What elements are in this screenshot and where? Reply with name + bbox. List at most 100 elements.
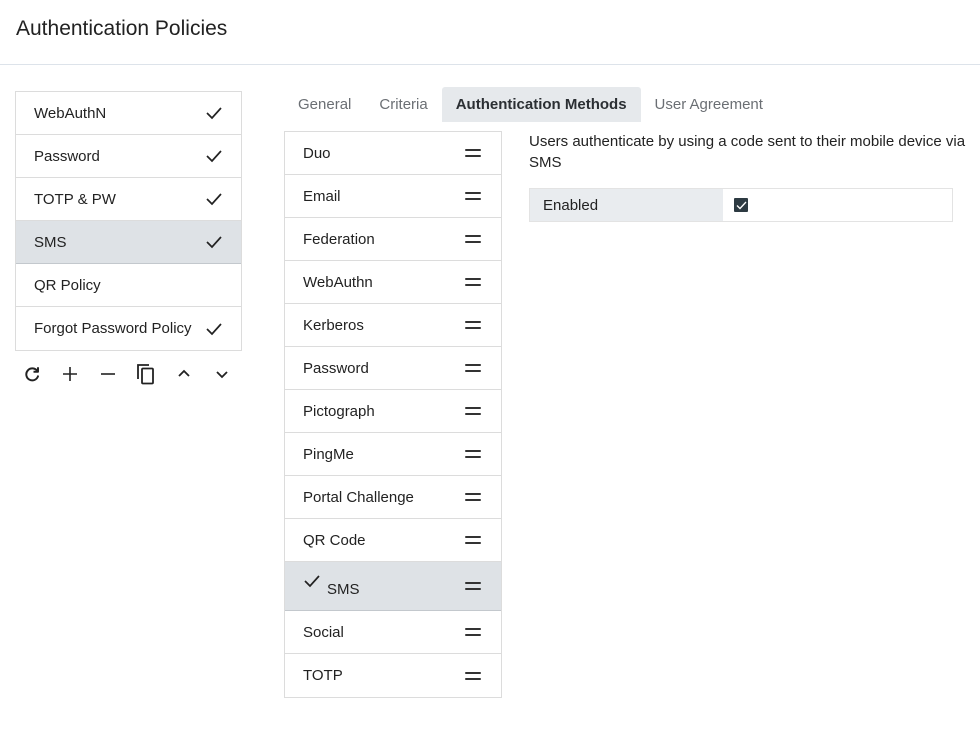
checkmark-icon	[736, 201, 746, 209]
move-up-button[interactable]	[174, 364, 194, 384]
checkmark-icon	[206, 150, 222, 163]
drag-handle-icon[interactable]	[465, 628, 481, 636]
checkmark-icon	[206, 236, 222, 249]
method-label-wrap: TOTP	[303, 667, 343, 684]
method-item[interactable]: Portal Challenge	[285, 476, 501, 519]
drag-handle-icon[interactable]	[465, 321, 481, 329]
method-description: Users authenticate by using a code sent …	[529, 133, 966, 171]
enabled-value	[723, 189, 952, 221]
chevron-up-icon	[178, 369, 190, 377]
drag-handle-icon[interactable]	[465, 671, 481, 680]
policy-item[interactable]: Password	[16, 135, 241, 178]
refresh-icon	[25, 367, 39, 382]
method-item[interactable]: QR Code	[285, 519, 501, 562]
enabled-check	[205, 147, 223, 165]
method-label-wrap: Kerberos	[303, 317, 364, 334]
property-row-enabled: Enabled	[529, 188, 953, 222]
method-label: Federation	[303, 230, 375, 248]
method-item[interactable]: Pictograph	[285, 390, 501, 433]
policy-item[interactable]: Forgot Password Policy	[16, 307, 241, 350]
policy-label: SMS	[34, 233, 67, 251]
remove-button[interactable]	[98, 364, 118, 384]
tab-user-agreement[interactable]: User Agreement	[641, 87, 777, 122]
minus-icon	[101, 373, 115, 375]
method-label: Portal Challenge	[303, 488, 414, 506]
method-item[interactable]: Social	[285, 611, 501, 654]
method-label-wrap: QR Code	[303, 532, 366, 549]
method-label: PingMe	[303, 445, 354, 463]
method-label-wrap: PingMe	[303, 446, 354, 463]
method-label-wrap: SMS	[303, 575, 360, 598]
drag-handle-icon[interactable]	[465, 450, 481, 458]
policy-label: TOTP & PW	[34, 190, 116, 208]
checkmark-icon	[304, 575, 320, 588]
policy-label: WebAuthN	[34, 104, 107, 122]
checkmark-icon	[206, 322, 222, 335]
method-label: SMS	[327, 580, 360, 598]
drag-handle-icon[interactable]	[465, 278, 481, 286]
drag-handle-icon[interactable]	[465, 192, 481, 200]
copy-icon	[137, 364, 154, 385]
method-label-wrap: Portal Challenge	[303, 489, 414, 506]
policy-item[interactable]: TOTP & PW	[16, 178, 241, 221]
method-label-wrap: Duo	[303, 145, 331, 162]
method-label: Kerberos	[303, 316, 364, 334]
method-item[interactable]: PingMe	[285, 433, 501, 476]
method-label-wrap: WebAuthn	[303, 274, 373, 291]
method-label: Social	[303, 623, 344, 641]
enabled-label: Enabled	[530, 189, 723, 221]
policy-label: Forgot Password Policy	[34, 320, 192, 337]
method-item[interactable]: TOTP	[285, 654, 501, 697]
refresh-button[interactable]	[22, 364, 42, 384]
enabled-check	[205, 233, 223, 251]
auth-methods-list: Duo Email Federation WebAuthn Kerberos Passwo…	[284, 131, 502, 698]
add-button[interactable]	[60, 364, 80, 384]
drag-handle-icon[interactable]	[465, 235, 481, 243]
policy-item[interactable]: SMS	[16, 221, 241, 264]
chevron-down-icon	[216, 371, 228, 379]
method-item[interactable]: Kerberos	[285, 304, 501, 347]
plus-icon	[63, 367, 77, 381]
policy-item[interactable]: QR Policy	[16, 264, 241, 307]
method-label-wrap: Pictograph	[303, 403, 375, 420]
drag-handle-icon[interactable]	[465, 536, 481, 544]
copy-button[interactable]	[136, 364, 156, 385]
method-item[interactable]: Email	[285, 175, 501, 218]
method-label: Duo	[303, 144, 331, 162]
policy-list: WebAuthN Password TOTP & PW SMS QR Policy For…	[15, 91, 242, 351]
policy-item[interactable]: WebAuthN	[16, 92, 241, 135]
policy-label: QR Policy	[34, 276, 101, 294]
method-item[interactable]: Federation	[285, 218, 501, 261]
selected-check	[303, 574, 321, 592]
tab-general[interactable]: General	[284, 87, 365, 122]
page-header: Authentication Policies	[0, 0, 980, 65]
method-label-wrap: Email	[303, 188, 341, 205]
method-label: WebAuthn	[303, 273, 373, 291]
method-label: TOTP	[303, 667, 343, 684]
method-item[interactable]: Password	[285, 347, 501, 390]
drag-handle-icon[interactable]	[465, 149, 481, 157]
drag-handle-icon[interactable]	[465, 364, 481, 372]
drag-handle-icon[interactable]	[465, 493, 481, 501]
policy-toolbar	[22, 364, 232, 385]
method-label: Password	[303, 359, 369, 377]
method-label-wrap: Federation	[303, 231, 375, 248]
method-item[interactable]: WebAuthn	[285, 261, 501, 304]
tab-authentication-methods[interactable]: Authentication Methods	[441, 87, 641, 122]
enabled-check	[205, 104, 223, 122]
enabled-checkbox[interactable]	[734, 198, 748, 212]
method-item[interactable]: SMS	[285, 562, 501, 611]
drag-handle-icon[interactable]	[465, 407, 481, 415]
enabled-check	[205, 320, 223, 338]
move-down-button[interactable]	[212, 364, 232, 384]
policy-label: Password	[34, 147, 100, 165]
checkmark-icon	[206, 107, 222, 120]
page-title: Authentication Policies	[16, 17, 228, 40]
method-item[interactable]: Duo	[285, 132, 501, 175]
drag-handle-icon[interactable]	[465, 582, 481, 590]
method-label: Email	[303, 187, 341, 205]
tab-criteria[interactable]: Criteria	[365, 87, 441, 122]
method-label-wrap: Social	[303, 624, 344, 641]
method-label-wrap: Password	[303, 360, 369, 377]
method-label: Pictograph	[303, 402, 375, 420]
